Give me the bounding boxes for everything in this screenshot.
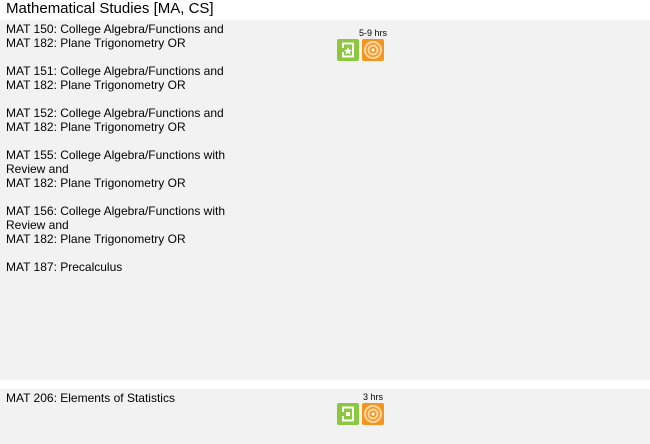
credit-hours: 3 hrs: [362, 392, 383, 402]
transfer-icon[interactable]: [337, 403, 359, 425]
course-line: MAT 155: College Algebra/Functions with: [6, 148, 226, 162]
course-line: MAT 150: College Algebra/Functions and: [6, 22, 224, 36]
orange-target-icon[interactable]: [362, 39, 384, 61]
course-item: MAT 150: College Algebra/Functions and M…: [6, 22, 316, 50]
course-item: MAT 187: Precalculus: [6, 260, 316, 274]
course-icons: [337, 403, 384, 425]
course-item: MAT 151: College Algebra/Functions and M…: [6, 64, 316, 92]
course-line: MAT 206: Elements of Statistics: [6, 391, 175, 405]
course-item: MAT 152: College Algebra/Functions and M…: [6, 106, 316, 134]
course-line: MAT 182: Plane Trigonometry OR: [6, 120, 186, 134]
course-icons: [337, 39, 384, 61]
course-item: MAT 155: College Algebra/Functions with …: [6, 148, 316, 190]
course-line: MAT 152: College Algebra/Functions and: [6, 106, 224, 120]
orange-target-icon[interactable]: [362, 403, 384, 425]
course-section-1: MAT 150: College Algebra/Functions and M…: [0, 20, 650, 380]
page-title: Mathematical Studies [MA, CS]: [6, 0, 214, 17]
transfer-star-icon[interactable]: [337, 39, 359, 61]
credit-hours: 5-9 hrs: [358, 28, 387, 38]
course-item: MAT 156: College Algebra/Functions with …: [6, 204, 316, 246]
course-line: MAT 182: Plane Trigonometry OR: [6, 232, 186, 246]
course-line: MAT 151: College Algebra/Functions and: [6, 64, 224, 78]
course-line: MAT 182: Plane Trigonometry OR: [6, 36, 186, 50]
course-line: MAT 182: Plane Trigonometry OR: [6, 78, 186, 92]
course-line: MAT 187: Precalculus: [6, 260, 123, 274]
course-line: Review and: [6, 218, 69, 232]
course-line: MAT 156: College Algebra/Functions with: [6, 204, 226, 218]
course-line: Review and: [6, 162, 69, 176]
course-line: MAT 182: Plane Trigonometry OR: [6, 176, 186, 190]
course-list: MAT 150: College Algebra/Functions and M…: [6, 22, 316, 288]
course-list: MAT 206: Elements of Statistics: [6, 391, 316, 419]
course-item: MAT 206: Elements of Statistics: [6, 391, 316, 405]
course-section-2: MAT 206: Elements of Statistics 3 hrs: [0, 389, 650, 444]
